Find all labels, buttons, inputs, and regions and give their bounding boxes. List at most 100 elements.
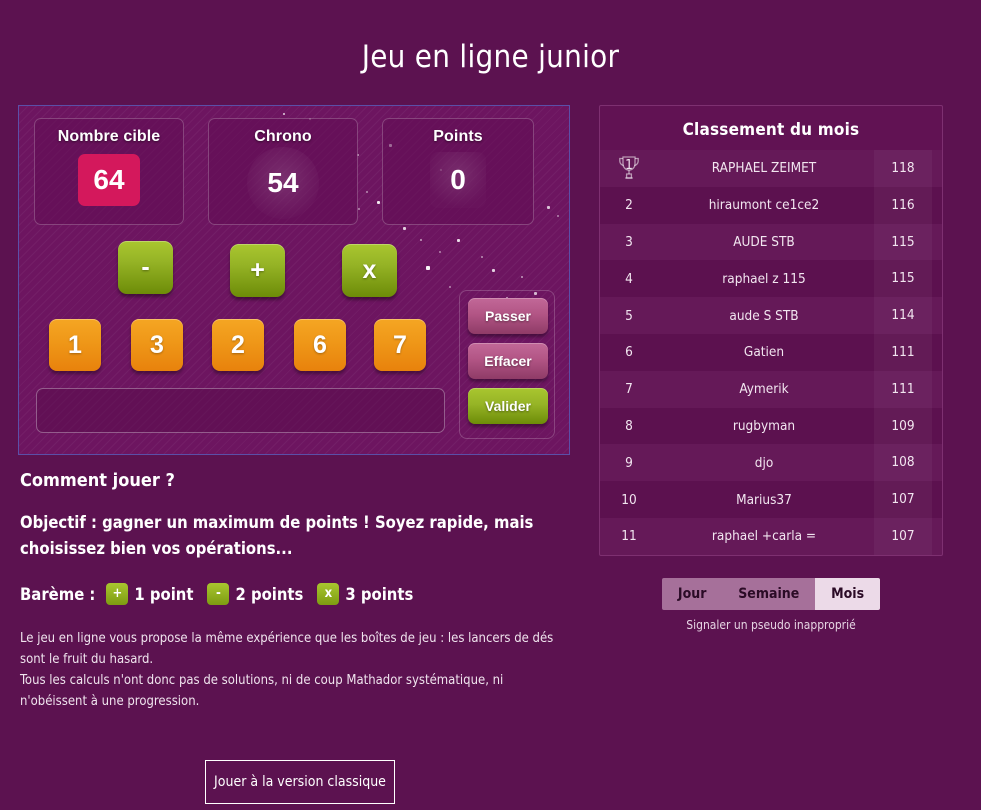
dice-button[interactable]: 2 bbox=[212, 319, 264, 371]
leaderboard-score: 116 bbox=[874, 187, 932, 224]
leaderboard-row: 10Marius37107 bbox=[600, 481, 942, 518]
leaderboard-rank: 8 bbox=[600, 418, 658, 434]
trophy-icon: 1 bbox=[600, 154, 658, 182]
sparkle-icon bbox=[557, 215, 559, 217]
valider-button[interactable]: Valider bbox=[468, 388, 548, 424]
leaderboard-player-name: raphael +carla = bbox=[658, 528, 874, 544]
operator-minus-button[interactable]: - bbox=[118, 241, 173, 294]
leaderboard-row: 6Gatien111 bbox=[600, 334, 942, 371]
operator-multiply-button[interactable]: x bbox=[342, 244, 397, 297]
target-number-box: Nombre cible 64 bbox=[34, 118, 184, 225]
leaderboard-player-name: Gatien bbox=[658, 344, 874, 360]
sparkle-icon bbox=[457, 239, 460, 242]
play-classic-version-button[interactable]: Jouer à la version classique bbox=[205, 760, 395, 804]
sparkle-icon bbox=[439, 251, 441, 253]
scale-minus-icon: - bbox=[207, 583, 229, 605]
leaderboard-player-name: raphael z 115 bbox=[658, 271, 874, 287]
leaderboard-player-name: RAPHAEL ZEIMET bbox=[658, 160, 874, 176]
dice-button[interactable]: 3 bbox=[131, 319, 183, 371]
leaderboard-score: 109 bbox=[874, 408, 932, 445]
how-to-play-title: Comment jouer ? bbox=[20, 470, 580, 491]
operator-plus-button[interactable]: + bbox=[230, 244, 285, 297]
scoring-scale-label: Barème : bbox=[20, 585, 95, 604]
leaderboard-score: 111 bbox=[874, 371, 932, 408]
period-tabs: JourSemaineMois bbox=[662, 578, 880, 610]
leaderboard-rows: 1RAPHAEL ZEIMET1182hiraumont ce1ce21163A… bbox=[600, 150, 942, 555]
leaderboard-row: 5aude S STB114 bbox=[600, 297, 942, 334]
leaderboard-panel: Classement du mois 1RAPHAEL ZEIMET1182hi… bbox=[599, 105, 943, 556]
leaderboard-row: 2hiraumont ce1ce2116 bbox=[600, 187, 942, 224]
scale-multiply-icon: x bbox=[317, 583, 339, 605]
leaderboard-rank: 1 bbox=[616, 156, 642, 174]
action-panel: Passer Effacer Valider bbox=[459, 290, 555, 439]
leaderboard-score: 115 bbox=[874, 260, 932, 297]
leaderboard-row: 3AUDE STB115 bbox=[600, 224, 942, 261]
dice-button[interactable]: 6 bbox=[294, 319, 346, 371]
leaderboard-score: 118 bbox=[874, 150, 932, 187]
how-to-play-objective: Objectif : gagner un maximum de points !… bbox=[20, 510, 542, 562]
leaderboard-player-name: aude S STB bbox=[658, 308, 874, 324]
points-value: 0 bbox=[430, 152, 486, 208]
scoring-scale-row: Barème : + 1 point - 2 points x 3 points bbox=[20, 583, 580, 605]
period-tab-semaine[interactable]: Semaine bbox=[722, 578, 815, 610]
dice-button[interactable]: 7 bbox=[374, 319, 426, 371]
target-number-label: Nombre cible bbox=[35, 128, 183, 146]
scale-plus-icon: + bbox=[106, 583, 128, 605]
report-nickname-link[interactable]: Signaler un pseudo inapproprié bbox=[599, 618, 943, 632]
chrono-value: 54 bbox=[247, 147, 319, 219]
chrono-box: Chrono 54 bbox=[208, 118, 358, 225]
leaderboard-player-name: rugbyman bbox=[658, 418, 874, 434]
leaderboard-rank: 2 bbox=[600, 197, 658, 213]
leaderboard-title: Classement du mois bbox=[600, 106, 942, 150]
leaderboard-rank: 9 bbox=[600, 455, 658, 471]
stats-row: Nombre cible 64 Chrono 54 Points 0 bbox=[34, 118, 554, 225]
points-box: Points 0 bbox=[382, 118, 534, 225]
game-panel: Nombre cible 64 Chrono 54 Points 0 - + x… bbox=[18, 105, 570, 455]
leaderboard-row: 4raphael z 115115 bbox=[600, 260, 942, 297]
leaderboard-row: 11raphael +carla =107 bbox=[600, 518, 942, 555]
period-tab-mois[interactable]: Mois bbox=[815, 578, 880, 610]
leaderboard-rank: 11 bbox=[600, 528, 658, 544]
leaderboard-player-name: hiraumont ce1ce2 bbox=[658, 197, 874, 213]
sparkle-icon bbox=[283, 113, 285, 115]
sparkle-icon bbox=[492, 269, 495, 272]
effacer-button[interactable]: Effacer bbox=[468, 343, 548, 379]
leaderboard-rank: 4 bbox=[600, 271, 658, 287]
leaderboard-rank: 7 bbox=[600, 381, 658, 397]
answer-input[interactable] bbox=[36, 388, 445, 433]
leaderboard-player-name: AUDE STB bbox=[658, 234, 874, 250]
scale-multiply-text: 3 points bbox=[345, 585, 413, 604]
how-to-play-note: Le jeu en ligne vous propose la même exp… bbox=[20, 628, 565, 712]
sparkle-icon bbox=[449, 286, 451, 288]
period-tab-jour[interactable]: Jour bbox=[662, 578, 722, 610]
leaderboard-row: 9djo108 bbox=[600, 444, 942, 481]
dice-button[interactable]: 1 bbox=[49, 319, 101, 371]
sparkle-icon bbox=[481, 256, 483, 258]
leaderboard-row: 8rugbyman109 bbox=[600, 408, 942, 445]
scale-minus-text: 2 points bbox=[235, 585, 303, 604]
leaderboard-score: 107 bbox=[874, 481, 932, 518]
leaderboard-row: 7Aymerik111 bbox=[600, 371, 942, 408]
left-column: Nombre cible 64 Chrono 54 Points 0 - + x… bbox=[18, 105, 570, 455]
leaderboard-score: 115 bbox=[874, 224, 932, 261]
leaderboard-rank: 6 bbox=[600, 344, 658, 360]
leaderboard-score: 107 bbox=[874, 518, 932, 555]
how-to-play-section: Comment jouer ? Objectif : gagner un max… bbox=[20, 470, 580, 712]
trophy-icon: 1 bbox=[616, 154, 642, 182]
leaderboard-row: 1 RAPHAEL ZEIMET118 bbox=[600, 150, 942, 187]
sparkle-icon bbox=[420, 239, 422, 241]
leaderboard-rank: 5 bbox=[600, 308, 658, 324]
sparkle-icon bbox=[426, 266, 430, 270]
leaderboard-rank: 10 bbox=[600, 492, 658, 508]
sparkle-icon bbox=[521, 276, 523, 278]
passer-button[interactable]: Passer bbox=[468, 298, 548, 334]
leaderboard-player-name: djo bbox=[658, 455, 874, 471]
page-title: Jeu en ligne junior bbox=[0, 0, 981, 75]
scale-plus-text: 1 point bbox=[134, 585, 193, 604]
points-label: Points bbox=[383, 128, 533, 146]
sparkle-icon bbox=[403, 227, 406, 230]
how-to-play-note-line1: Le jeu en ligne vous propose la même exp… bbox=[20, 628, 565, 670]
leaderboard-rank: 3 bbox=[600, 234, 658, 250]
leaderboard-score: 114 bbox=[874, 297, 932, 334]
chrono-label: Chrono bbox=[209, 128, 357, 146]
